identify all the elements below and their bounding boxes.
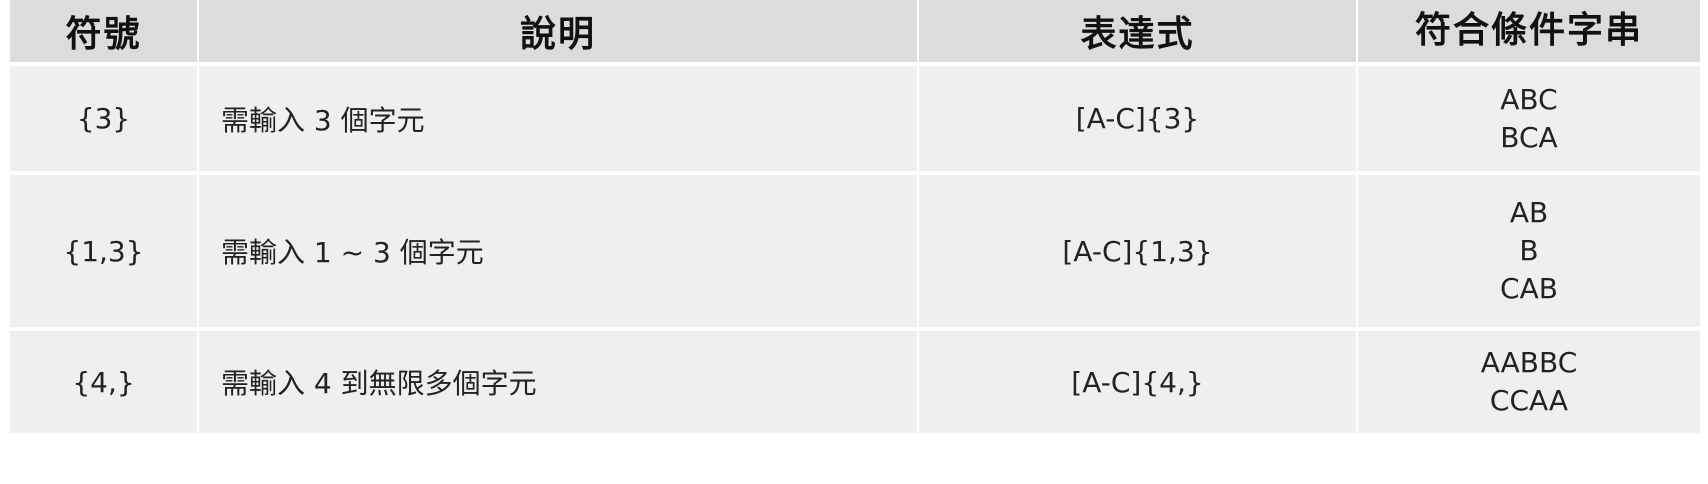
matches-cell: AB B CAB xyxy=(1357,173,1700,331)
table-header: 符號 說明 表達式 符合條件字串 xyxy=(10,0,1700,66)
symbol-cell: {1,3} xyxy=(10,173,199,331)
quantifier-table: 符號 說明 表達式 符合條件字串 {3} 需輸入 3 個字元 [A-C]{3} … xyxy=(10,0,1700,437)
matches-cell: AABBC CCAA xyxy=(1357,329,1700,437)
description-text: 需輸入 4 到無限多個字元 xyxy=(221,367,537,400)
symbol-cell: {3} xyxy=(10,64,199,175)
matches-cell: ABC BCA xyxy=(1357,64,1700,175)
expression-cell: [A-C]{3} xyxy=(918,64,1358,175)
match-string: CCAA xyxy=(1489,384,1569,417)
description-text: 需輸入 3 個字元 xyxy=(221,103,425,137)
table-row: {1,3} 需輸入 1 ~ 3 個字元 [A-C]{1,3} AB B CAB xyxy=(10,173,1700,331)
description-cell: 需輸入 4 到無限多個字元 xyxy=(198,329,919,437)
header-symbol: 符號 xyxy=(10,0,199,66)
header-row: 符號 說明 表達式 符合條件字串 xyxy=(10,0,1700,66)
match-string: B xyxy=(1519,234,1539,267)
expression-cell: [A-C]{4,} xyxy=(918,329,1358,437)
match-string: AB xyxy=(1509,196,1549,229)
description-cell: 需輸入 3 個字元 xyxy=(198,64,919,175)
match-string: BCA xyxy=(1500,120,1558,154)
match-string: ABC xyxy=(1500,82,1558,116)
header-description: 說明 xyxy=(198,0,919,66)
header-expression: 表達式 xyxy=(918,0,1358,66)
description-cell: 需輸入 1 ~ 3 個字元 xyxy=(198,173,919,331)
match-string: AABBC xyxy=(1480,346,1578,379)
match-string: CAB xyxy=(1500,272,1558,305)
expression-cell: [A-C]{1,3} xyxy=(918,173,1358,331)
table-body: {3} 需輸入 3 個字元 [A-C]{3} ABC BCA {1,3} 需輸入… xyxy=(10,64,1700,437)
header-matching-strings: 符合條件字串 xyxy=(1357,0,1700,66)
table-row: {4,} 需輸入 4 到無限多個字元 [A-C]{4,} AABBC CCAA xyxy=(10,329,1700,437)
table-row: {3} 需輸入 3 個字元 [A-C]{3} ABC BCA xyxy=(10,64,1700,175)
description-text: 需輸入 1 ~ 3 個字元 xyxy=(221,236,484,269)
symbol-cell: {4,} xyxy=(10,329,199,437)
